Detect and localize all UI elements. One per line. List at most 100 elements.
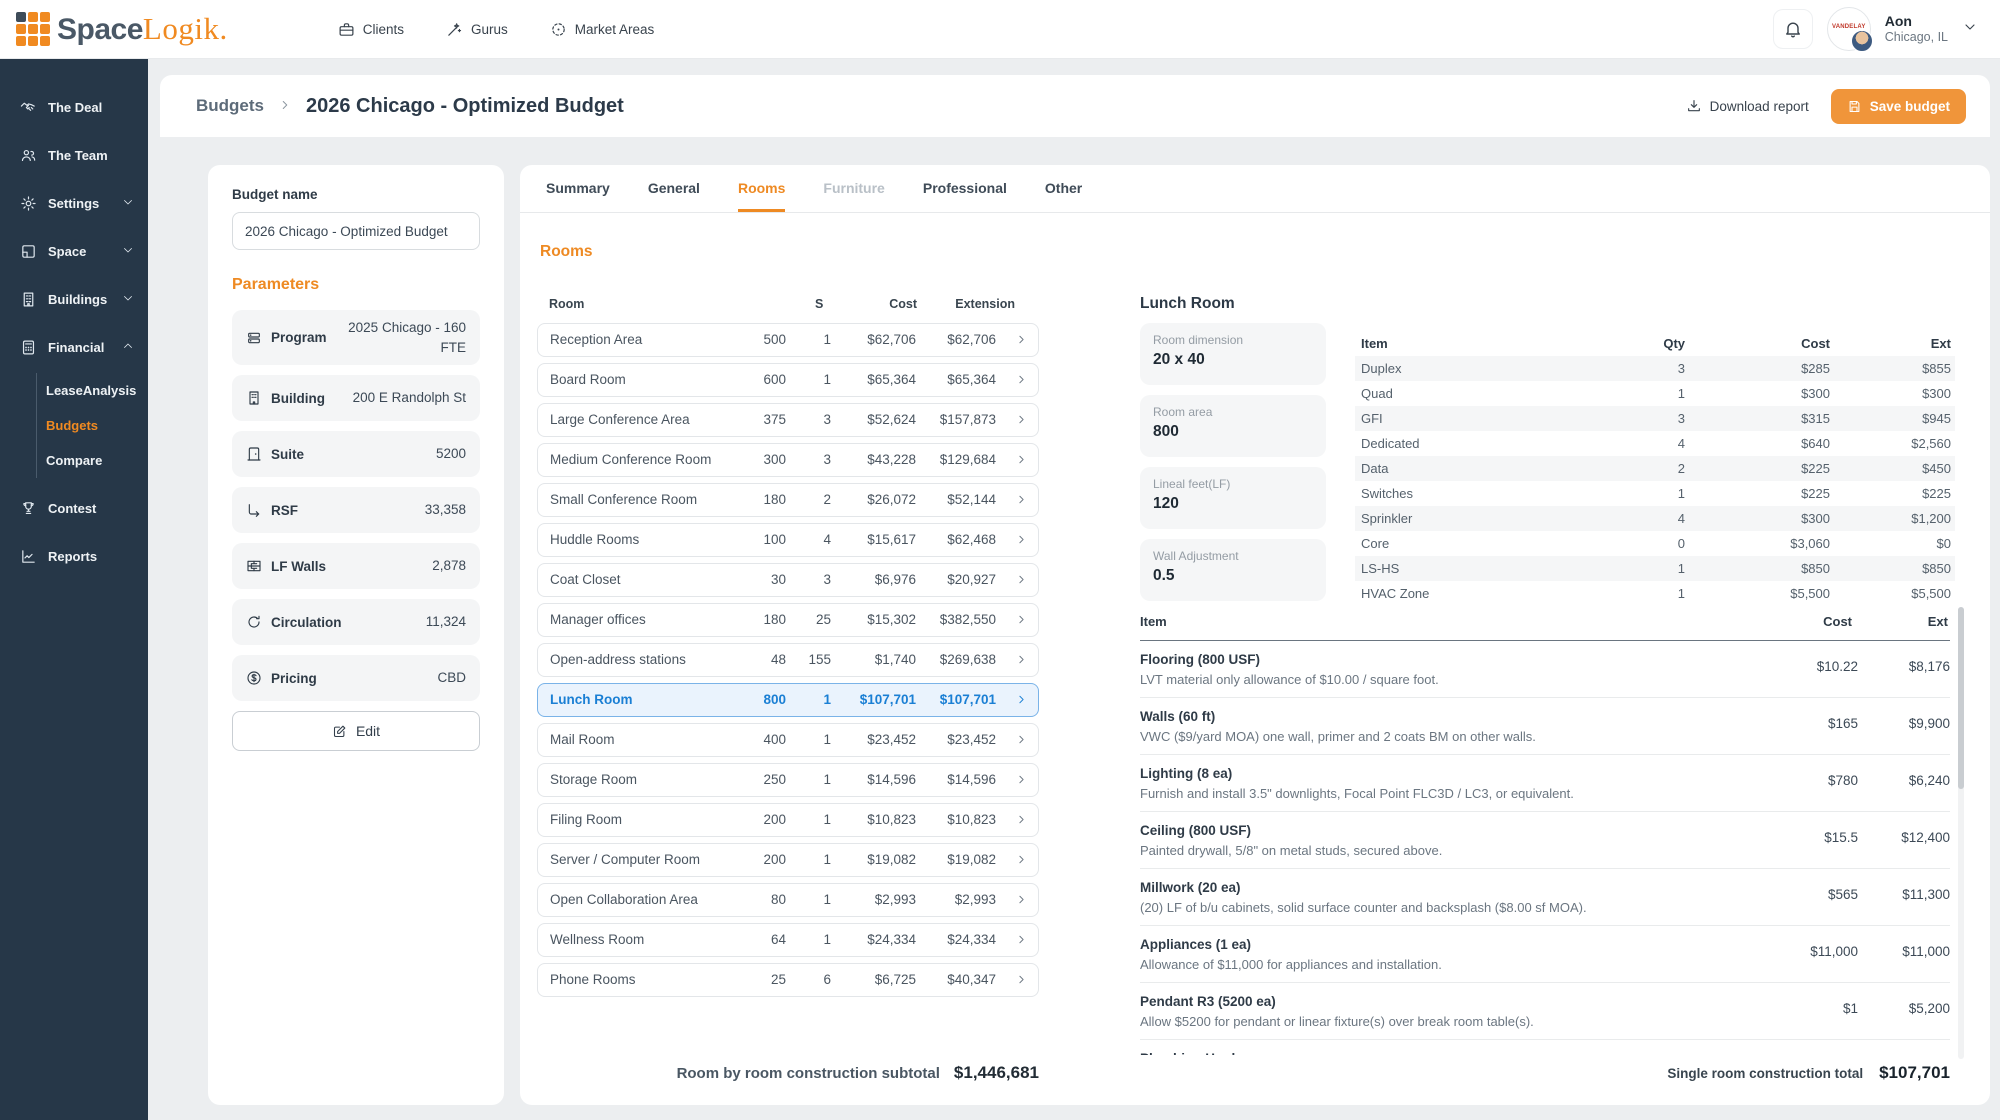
item-ext: $1,200 xyxy=(1911,506,1951,531)
sidebar-item-space[interactable]: Space xyxy=(0,227,148,275)
tab[interactable]: Summary xyxy=(546,165,610,212)
nav-gurus-label: Gurus xyxy=(471,22,508,37)
room-row[interactable]: Small Conference Room 180 2 $26,072 $52,… xyxy=(537,483,1039,517)
item-qty: 0 xyxy=(1678,531,1685,556)
detail-scrollbar-track[interactable] xyxy=(1958,607,1964,1059)
construction-items-rows: Flooring (800 USF) LVT material only all… xyxy=(1140,641,1950,1055)
nav-market-areas-label: Market Areas xyxy=(575,22,655,37)
room-row[interactable]: Wellness Room 64 1 $24,334 $24,334 xyxy=(537,923,1039,957)
stat-value: 800 xyxy=(1153,423,1313,441)
param-label: LF Walls xyxy=(271,559,326,574)
sidebar-item-compare[interactable]: Compare xyxy=(46,443,148,478)
sidebar-item-financial[interactable]: Financial xyxy=(0,323,148,371)
people-icon xyxy=(20,147,37,164)
top-right-cluster: VANDELAY Aon Chicago, IL xyxy=(1773,7,1978,51)
room-name: Server / Computer Room xyxy=(550,852,700,867)
spacelogik-logo[interactable]: Space Logik. xyxy=(16,11,228,47)
construction-item-ext: $11,000 xyxy=(1902,944,1950,959)
construction-item-ext: $6,240 xyxy=(1909,773,1950,788)
briefcase-icon xyxy=(338,21,355,38)
sidebar-item-budgets[interactable]: Budgets xyxy=(46,408,148,443)
budget-name-input[interactable] xyxy=(232,212,480,250)
room-row[interactable]: Reception Area 500 1 $62,706 $62,706 xyxy=(537,323,1039,357)
pencil-icon xyxy=(332,724,347,739)
nav-clients-label: Clients xyxy=(363,22,404,37)
tab[interactable]: Furniture xyxy=(823,165,884,212)
room-name: Board Room xyxy=(550,372,626,387)
room-row[interactable]: Manager offices 180 25 $15,302 $382,550 xyxy=(537,603,1039,637)
sidebar-item-the-deal[interactable]: The Deal xyxy=(0,83,148,131)
param-circulation: Circulation 11,324 xyxy=(232,599,480,645)
tab[interactable]: Other xyxy=(1045,165,1082,212)
room-row[interactable]: Medium Conference Room 300 3 $43,228 $12… xyxy=(537,443,1039,477)
brick-wall-icon xyxy=(246,558,262,574)
room-sf: 200 xyxy=(763,852,786,867)
room-sf: 180 xyxy=(763,612,786,627)
room-name: Storage Room xyxy=(550,772,637,787)
room-row[interactable]: Mail Room 400 1 $23,452 $23,452 xyxy=(537,723,1039,757)
room-row[interactable]: Huddle Rooms 100 4 $15,617 $62,468 xyxy=(537,523,1039,557)
item-cost: $850 xyxy=(1801,556,1830,581)
sidebar-item-reports[interactable]: Reports xyxy=(0,532,148,580)
sidebar-item-settings[interactable]: Settings xyxy=(0,179,148,227)
room-row[interactable]: Phone Rooms 25 6 $6,725 $40,347 xyxy=(537,963,1039,997)
room-extension: $40,347 xyxy=(947,972,996,987)
dollar-circle-icon xyxy=(246,670,262,686)
chevron-right-icon xyxy=(1015,853,1028,869)
construction-item-cost: $780 xyxy=(1828,773,1858,788)
breadcrumb-budgets-link[interactable]: Budgets xyxy=(196,96,264,116)
room-row[interactable]: Filing Room 200 1 $10,823 $10,823 xyxy=(537,803,1039,837)
item-name: Sprinkler xyxy=(1361,506,1412,531)
sidebar-item-the-team[interactable]: The Team xyxy=(0,131,148,179)
room-cost: $2,993 xyxy=(875,892,916,907)
avatar-photo xyxy=(1851,30,1873,52)
column-qty: Qty xyxy=(1663,331,1685,356)
room-qty: 1 xyxy=(823,812,831,827)
item-qty: 3 xyxy=(1678,356,1685,381)
param-label: Pricing xyxy=(271,671,317,686)
nav-gurus[interactable]: Gurus xyxy=(446,21,508,38)
nav-clients[interactable]: Clients xyxy=(338,21,404,38)
room-name: Coat Closet xyxy=(550,572,621,587)
user-location: Chicago, IL xyxy=(1885,30,1948,45)
single-room-total-value: $107,701 xyxy=(1879,1063,1950,1082)
user-menu[interactable]: Aon Chicago, IL xyxy=(1885,13,1948,45)
program-stack-icon xyxy=(246,330,262,346)
room-row[interactable]: Lunch Room 800 1 $107,701 $107,701 xyxy=(537,683,1039,717)
room-row[interactable]: Large Conference Area 375 3 $52,624 $157… xyxy=(537,403,1039,437)
sidebar-item-contest[interactable]: Contest xyxy=(0,484,148,532)
sidebar-item-label: Buildings xyxy=(48,292,107,307)
room-stat-cards: Room dimension 20 x 40 Room area 800 Lin… xyxy=(1140,323,1326,611)
item-name: HVAC Zone xyxy=(1361,581,1429,606)
edit-parameters-button[interactable]: Edit xyxy=(232,711,480,751)
nav-market-areas[interactable]: Market Areas xyxy=(550,21,655,38)
room-row[interactable]: Storage Room 250 1 $14,596 $14,596 xyxy=(537,763,1039,797)
sidebar-item-buildings[interactable]: Buildings xyxy=(0,275,148,323)
detail-scrollbar-thumb[interactable] xyxy=(1958,607,1964,789)
notifications-button[interactable] xyxy=(1773,9,1813,49)
avatar-text: VANDELAY xyxy=(1828,24,1870,30)
tab[interactable]: General xyxy=(648,165,700,212)
tab[interactable]: Professional xyxy=(923,165,1007,212)
room-row[interactable]: Board Room 600 1 $65,364 $65,364 xyxy=(537,363,1039,397)
user-menu-caret[interactable] xyxy=(1962,19,1978,40)
download-report-button[interactable]: Download report xyxy=(1686,98,1809,114)
tab[interactable]: Rooms xyxy=(738,165,785,212)
room-extension: $269,638 xyxy=(940,652,996,667)
user-avatar[interactable]: VANDELAY xyxy=(1827,7,1871,51)
user-name: Aon xyxy=(1885,13,1948,30)
room-row[interactable]: Open-address stations 48 155 $1,740 $269… xyxy=(537,643,1039,677)
item-row: LS-HS 1 $850 $850 xyxy=(1355,556,1955,581)
construction-item-description: Allow $5200 for pendant or linear fixtur… xyxy=(1140,1012,1950,1031)
item-row: Dedicated 4 $640 $2,560 xyxy=(1355,431,1955,456)
save-budget-button[interactable]: Save budget xyxy=(1831,89,1966,124)
room-row[interactable]: Coat Closet 30 3 $6,976 $20,927 xyxy=(537,563,1039,597)
room-sf: 300 xyxy=(763,452,786,467)
construction-item-cost: $11,000 xyxy=(1810,944,1858,959)
sidebar-item-leaseanalysis[interactable]: LeaseAnalysis xyxy=(46,373,148,408)
construction-items-scroll-area[interactable]: Item Cost Ext Flooring (800 USF) LVT mat… xyxy=(1140,607,1950,1055)
chevron-down-icon xyxy=(1962,19,1978,35)
room-row[interactable]: Server / Computer Room 200 1 $19,082 $19… xyxy=(537,843,1039,877)
room-row[interactable]: Open Collaboration Area 80 1 $2,993 $2,9… xyxy=(537,883,1039,917)
item-name: GFI xyxy=(1361,406,1383,431)
